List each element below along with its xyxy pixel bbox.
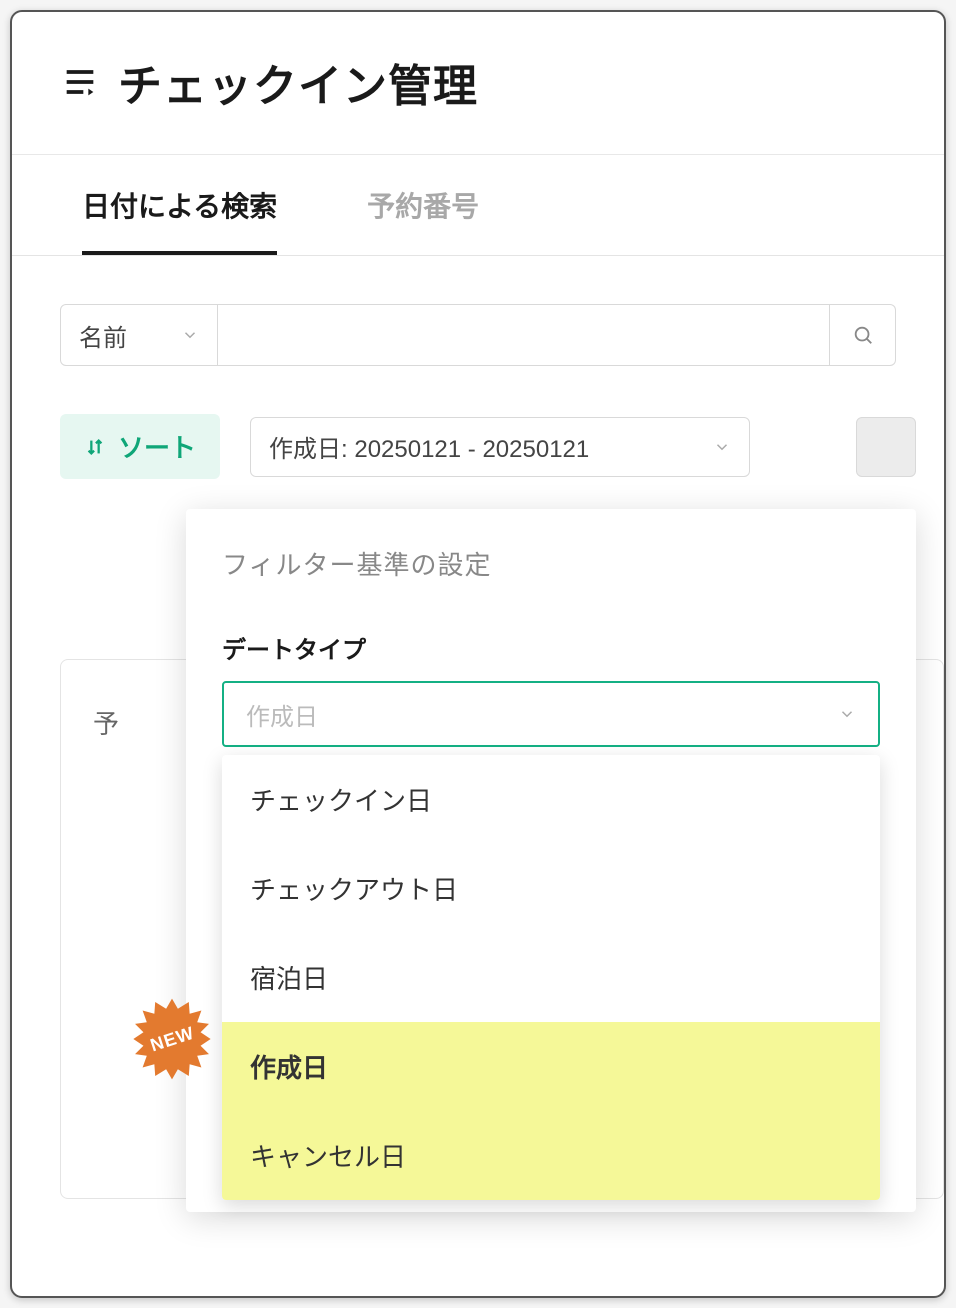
search-row: 名前 — [12, 256, 944, 366]
tab-date-search[interactable]: 日付による検索 — [82, 155, 277, 255]
date-filter-value: 作成日: 20250121 - 20250121 — [269, 429, 589, 464]
tab-reservation-number[interactable]: 予約番号 — [367, 155, 479, 255]
sort-label: ソート — [118, 428, 196, 465]
option-checkin-date[interactable]: チェックイン日 — [222, 755, 880, 844]
sort-icon — [84, 436, 106, 458]
date-filter-select[interactable]: 作成日: 20250121 - 20250121 — [250, 417, 750, 477]
option-stay-date[interactable]: 宿泊日 — [222, 933, 880, 1022]
date-type-label: デートタイプ — [222, 630, 880, 665]
page-title: チェックイン管理 — [118, 50, 478, 114]
search-text-input[interactable] — [218, 304, 830, 366]
checkin-list-icon — [60, 62, 100, 102]
window: チェックイン管理 日付による検索 予約番号 名前 ソート 作成日: 202501… — [10, 10, 946, 1298]
page-header: チェックイン管理 — [12, 12, 944, 155]
search-button[interactable] — [830, 304, 896, 366]
search-field-value: 名前 — [79, 318, 127, 353]
column-reservation: 予 — [93, 704, 119, 741]
toolbar-extra-button[interactable] — [856, 417, 916, 477]
sort-button[interactable]: ソート — [60, 414, 220, 479]
date-type-value: 作成日 — [246, 697, 318, 732]
option-cancel-date[interactable]: キャンセル日 — [222, 1111, 880, 1200]
search-icon — [852, 324, 874, 346]
chevron-down-icon — [181, 326, 199, 344]
option-checkout-date[interactable]: チェックアウト日 — [222, 844, 880, 933]
filter-panel-title: フィルター基準の設定 — [222, 545, 880, 582]
new-badge: NEW — [130, 997, 214, 1081]
chevron-down-icon — [713, 438, 731, 456]
option-created-date[interactable]: 作成日 — [222, 1022, 880, 1111]
chevron-down-icon — [838, 705, 856, 723]
date-type-dropdown: チェックイン日 チェックアウト日 宿泊日 作成日 キャンセル日 — [222, 755, 880, 1200]
search-field-select[interactable]: 名前 — [60, 304, 218, 366]
filter-panel: フィルター基準の設定 デートタイプ 作成日 チェックイン日 チェックアウト日 宿… — [186, 509, 916, 1212]
search-tabs: 日付による検索 予約番号 — [12, 155, 944, 256]
date-type-select[interactable]: 作成日 — [222, 681, 880, 747]
toolbar: ソート 作成日: 20250121 - 20250121 — [12, 366, 944, 509]
